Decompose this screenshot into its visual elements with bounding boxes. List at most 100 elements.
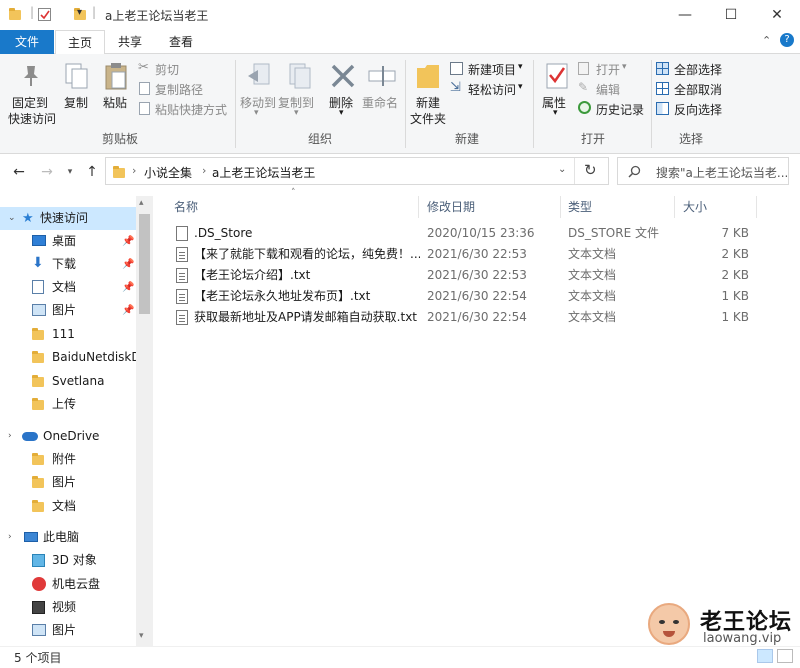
invert-selection-icon xyxy=(656,102,669,115)
customize-quick-access-icon[interactable]: ▾ xyxy=(77,7,82,18)
paste-icon xyxy=(105,63,127,90)
file-row[interactable]: 【老王论坛介绍】.txt 2021/6/30 22:53 文本文档 2 KB xyxy=(170,265,760,286)
copy-path-button[interactable]: 复制路径 xyxy=(138,80,228,98)
scroll-up-arrow-icon[interactable]: ▴ xyxy=(139,198,144,208)
column-header-type[interactable]: 类型 xyxy=(568,196,592,218)
select-none-button[interactable]: 全部取消 xyxy=(656,80,736,98)
cloud-icon xyxy=(22,432,38,441)
close-button[interactable]: ✕ xyxy=(754,0,800,30)
nav-item-folder[interactable]: Svetlana xyxy=(0,370,136,393)
nav-scroll-thumb[interactable] xyxy=(139,214,150,314)
column-header-size[interactable]: 大小 xyxy=(683,196,707,218)
file-row[interactable]: 【来了就能下载和观看的论坛，纯免费！... 2021/6/30 22:53 文本… xyxy=(170,244,760,265)
file-row[interactable]: 获取最新地址及APP请发邮箱自动获取.txt 2021/6/30 22:54 文… xyxy=(170,307,760,328)
nav-item-desktop[interactable]: 桌面 📌 xyxy=(0,230,136,253)
nav-item-pictures[interactable]: 图片 📌 xyxy=(0,299,136,322)
column-header-name[interactable]: 名称 xyxy=(174,196,198,218)
large-icons-view-button[interactable] xyxy=(777,649,793,663)
properties-icon xyxy=(546,63,568,89)
file-name: .DS_Store xyxy=(194,226,253,240)
nav-item-folder[interactable]: 111 xyxy=(0,323,136,346)
nav-item-documents[interactable]: 文档 📌 xyxy=(0,276,136,299)
copy-label: 复制 xyxy=(64,96,89,110)
column-divider[interactable] xyxy=(560,196,561,218)
nav-item-folder[interactable]: 上传 xyxy=(0,393,136,416)
easy-access-button[interactable]: ⇲ 轻松访问 ▾ xyxy=(450,80,530,98)
tab-home[interactable]: 主页 xyxy=(55,30,105,55)
nav-item-folder[interactable]: BaiduNetdiskDo xyxy=(0,346,136,369)
properties-button[interactable]: 属性 ▾ xyxy=(538,60,574,126)
pin-to-quick-access-button[interactable]: 固定到 快速访问 xyxy=(8,60,56,126)
nav-item-folder[interactable]: 图片 xyxy=(0,471,136,494)
up-arrow-icon[interactable]: ↑ xyxy=(82,162,102,182)
file-row[interactable]: 【老王论坛永久地址发布页】.txt 2021/6/30 22:54 文本文档 1… xyxy=(170,286,760,307)
address-bar[interactable]: › 小说全集 › a上老王论坛当老王 ⌄ ↻ xyxy=(105,157,609,185)
folder-icon xyxy=(32,375,44,387)
scroll-down-arrow-icon[interactable]: ▾ xyxy=(139,631,144,641)
column-header-date[interactable]: 修改日期 xyxy=(427,196,475,218)
invert-selection-button[interactable]: 反向选择 xyxy=(656,100,736,118)
paste-shortcut-button[interactable]: 粘贴快捷方式 xyxy=(138,100,233,118)
edit-button[interactable]: ✎ 编辑 xyxy=(578,80,648,98)
nav-item-cloud-drive[interactable]: 机电云盘 xyxy=(0,573,136,596)
nav-item-pictures[interactable]: 图片 xyxy=(0,619,136,642)
breadcrumb-item[interactable]: 小说全集 xyxy=(144,164,192,181)
column-divider[interactable] xyxy=(756,196,757,218)
copy-to-button[interactable]: 复制到 ▾ xyxy=(278,60,318,126)
delete-button[interactable]: 删除 ▾ xyxy=(326,60,360,126)
nav-this-pc[interactable]: › 此电脑 xyxy=(0,526,136,549)
chevron-right-icon[interactable]: › xyxy=(132,164,136,177)
column-divider[interactable] xyxy=(418,196,419,218)
column-divider[interactable] xyxy=(674,196,675,218)
chevron-down-icon[interactable]: ⌄ xyxy=(8,207,16,230)
nav-item-folder[interactable]: 附件 xyxy=(0,448,136,471)
edit-pencil-icon: ✎ xyxy=(578,80,589,94)
tab-share[interactable]: 共享 xyxy=(108,30,152,54)
search-field[interactable]: 搜索"a上老王论坛当老... xyxy=(617,157,789,185)
new-item-button[interactable]: 新建项目 ▾ xyxy=(450,60,530,78)
chevron-right-icon[interactable]: › xyxy=(8,526,12,549)
chevron-right-icon[interactable]: › xyxy=(202,164,206,177)
text-file-icon xyxy=(176,268,188,283)
tab-view[interactable]: 查看 xyxy=(157,30,205,54)
nav-item-videos[interactable]: 视频 xyxy=(0,596,136,619)
collapse-ribbon-icon[interactable]: ⌃ xyxy=(762,34,771,47)
details-view-button[interactable] xyxy=(757,649,773,663)
rename-button[interactable]: 重命名 xyxy=(362,60,402,126)
nav-item-3d-objects[interactable]: 3D 对象 xyxy=(0,549,136,572)
nav-item-downloads[interactable]: ⬇ 下载 📌 xyxy=(0,253,136,276)
nav-item-folder[interactable]: 文档 xyxy=(0,495,136,518)
copy-button[interactable]: 复制 xyxy=(60,60,94,126)
maximize-button[interactable]: ☐ xyxy=(708,0,754,30)
history-button[interactable]: 历史记录 xyxy=(578,100,648,118)
copy-to-icon xyxy=(289,63,311,89)
file-row[interactable]: .DS_Store 2020/10/15 23:36 DS_STORE 文件 7… xyxy=(170,223,760,244)
cut-button[interactable]: ✂ 剪切 xyxy=(138,60,228,78)
nav-quick-access[interactable]: ⌄ ★ 快速访问 xyxy=(0,207,136,230)
properties-quick-icon[interactable] xyxy=(38,8,51,21)
status-bar xyxy=(0,646,800,668)
move-to-button[interactable]: 移动到 ▾ xyxy=(238,60,278,126)
new-folder-label-1: 新建 xyxy=(416,96,441,110)
tab-file[interactable]: 文件 xyxy=(0,30,54,54)
forward-arrow-icon[interactable]: → xyxy=(37,162,57,182)
select-all-icon xyxy=(656,62,669,75)
new-folder-button[interactable]: 新建 文件夹 xyxy=(409,60,447,126)
paste-shortcut-label: 粘贴快捷方式 xyxy=(155,103,228,117)
open-button[interactable]: 打开 ▾ xyxy=(578,60,648,78)
minimize-button[interactable]: — xyxy=(662,0,708,30)
nav-onedrive[interactable]: › OneDrive xyxy=(0,425,136,448)
breadcrumb-item[interactable]: a上老王论坛当老王 xyxy=(212,164,315,181)
help-icon[interactable]: ? xyxy=(780,33,794,47)
select-all-button[interactable]: 全部选择 xyxy=(656,60,736,78)
pin-icon: 📌 xyxy=(122,305,135,316)
recent-locations-icon[interactable]: ▾ xyxy=(60,162,80,182)
file-date: 2021/6/30 22:53 xyxy=(427,247,527,261)
chevron-right-icon[interactable]: › xyxy=(8,425,12,448)
easy-access-label: 轻松访问 xyxy=(468,83,517,97)
refresh-icon[interactable]: ↻ xyxy=(584,161,597,179)
address-history-dropdown-icon[interactable]: ⌄ xyxy=(558,164,566,175)
back-arrow-icon[interactable]: ← xyxy=(9,162,29,182)
file-name: 【老王论坛介绍】.txt xyxy=(194,268,311,282)
paste-button[interactable]: 粘贴 xyxy=(99,60,133,126)
